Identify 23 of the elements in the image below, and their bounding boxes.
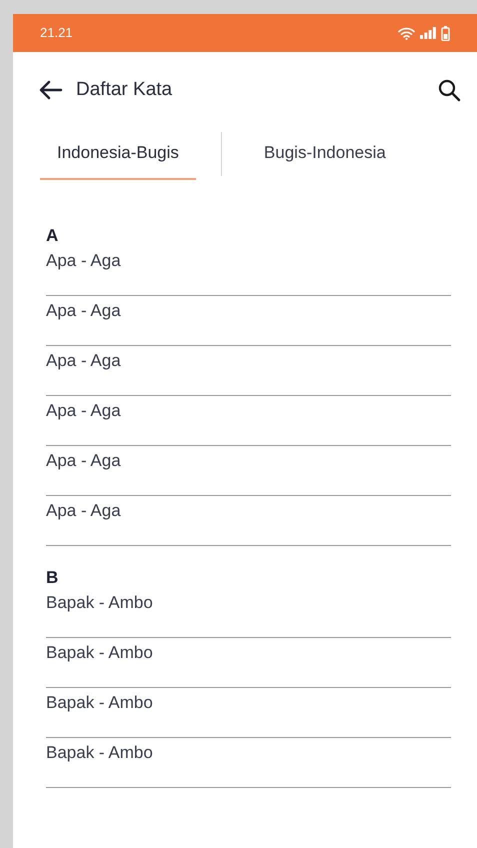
- search-icon: [437, 78, 461, 102]
- word-entry[interactable]: Apa - Aga: [46, 246, 451, 296]
- back-button[interactable]: [39, 80, 63, 100]
- section-letter: B: [46, 568, 60, 588]
- word-entry[interactable]: Apa - Aga: [46, 446, 451, 496]
- word-entry[interactable]: Apa - Aga: [46, 346, 451, 396]
- word-entry[interactable]: Bapak - Ambo: [46, 638, 451, 688]
- word-entry[interactable]: Bapak - Ambo: [46, 738, 451, 788]
- word-entry[interactable]: Apa - Aga: [46, 296, 451, 346]
- page-title: Daftar Kata: [76, 78, 172, 102]
- wifi-icon: [398, 26, 415, 40]
- battery-icon: [441, 26, 450, 40]
- search-button[interactable]: [437, 78, 461, 102]
- section-letter: A: [46, 226, 60, 246]
- tab[interactable]: Bugis-Indonesia: [246, 128, 403, 180]
- back-arrow-icon: [39, 80, 63, 100]
- status-time: 21.21: [40, 24, 73, 42]
- word-entry[interactable]: Apa - Aga: [46, 396, 451, 446]
- signal-icon: [420, 27, 436, 39]
- word-entry[interactable]: Apa - Aga: [46, 496, 451, 546]
- word-entry[interactable]: Bapak - Ambo: [46, 688, 451, 738]
- word-entry[interactable]: Bapak - Ambo: [46, 588, 451, 638]
- tab[interactable]: Indonesia-Bugis: [40, 128, 196, 180]
